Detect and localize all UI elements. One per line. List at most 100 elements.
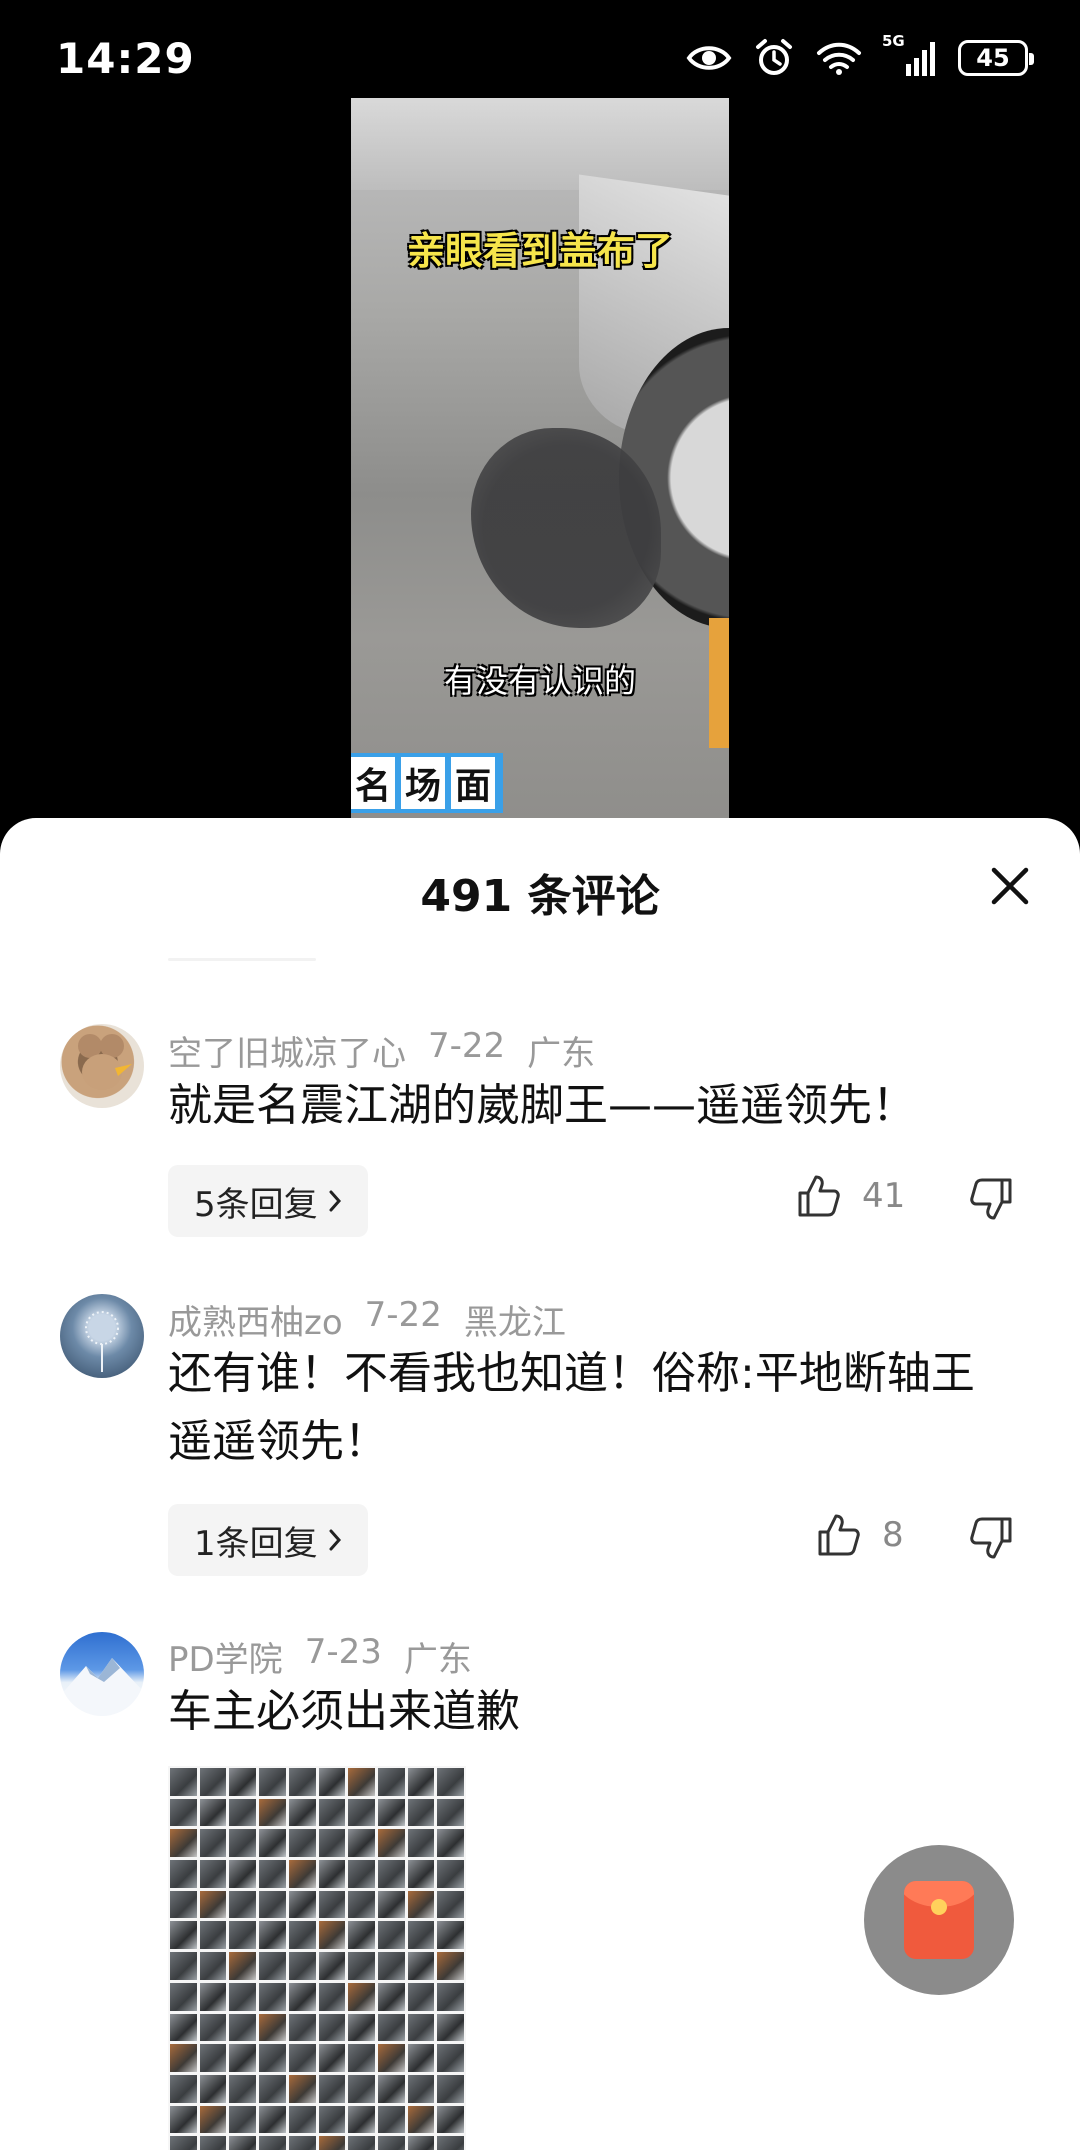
image-cell (407, 1798, 435, 1827)
video-caption-top: 亲眼看到盖布了 (406, 229, 673, 273)
image-cell (348, 1860, 375, 1888)
view-replies-button[interactable]: 5条回复 (168, 1165, 368, 1237)
image-cell (288, 1860, 316, 1888)
image-cell (348, 1798, 375, 1827)
battery-icon: 45 (958, 40, 1034, 76)
comment-date: 7-22 (428, 1026, 506, 1066)
image-cell (199, 2044, 227, 2072)
image-cell (318, 2105, 346, 2134)
image-cell (407, 1768, 435, 1796)
image-cell (377, 1921, 405, 1950)
image-cell (229, 1921, 257, 1950)
comment-date: 7-22 (364, 1295, 442, 1335)
image-cell (259, 1829, 286, 1858)
comment-image[interactable] (168, 1766, 466, 2150)
thumbs-up-icon (798, 1175, 840, 1217)
image-cell (288, 2105, 316, 2134)
image-cell (259, 2136, 286, 2150)
thumbs-down-icon[interactable] (968, 1515, 1014, 1561)
image-cell (259, 2074, 286, 2103)
close-icon[interactable] (986, 862, 1034, 910)
image-cell (377, 1829, 405, 1858)
view-replies-button[interactable]: 1条回复 (168, 1504, 368, 1576)
thumbs-down-icon[interactable] (968, 1176, 1014, 1222)
comments-title: 491 条评论 (420, 871, 660, 922)
chevron-right-icon (329, 1529, 341, 1551)
image-cell (407, 2074, 435, 2103)
avatar[interactable] (60, 1024, 144, 1108)
image-cell (437, 1921, 464, 1950)
image-cell (229, 1890, 257, 1919)
red-packet-button[interactable] (864, 1845, 1014, 1995)
comment-author[interactable]: 空了旧城凉了心 (168, 1026, 406, 1075)
image-cell (437, 1890, 464, 1919)
image-cell (377, 1768, 405, 1796)
image-cell (199, 1798, 227, 1827)
image-cell (437, 1829, 464, 1858)
image-cell (377, 2136, 405, 2150)
red-packet-icon (904, 1881, 974, 1959)
avatar[interactable] (60, 1294, 144, 1378)
image-cell (348, 2013, 375, 2042)
replies-label: 1条回复 (194, 1523, 318, 1564)
image-cell (288, 1921, 316, 1950)
eye-icon (686, 46, 732, 70)
image-cell (229, 1952, 257, 1980)
image-cell (318, 1798, 346, 1827)
image-cell (348, 1829, 375, 1858)
image-cell (170, 2074, 197, 2103)
image-cell (318, 1829, 346, 1858)
image-cell (199, 1860, 227, 1888)
image-cell (377, 2074, 405, 2103)
image-cell (199, 2105, 227, 2134)
image-cell (199, 1768, 227, 1796)
image-cell (288, 1890, 316, 1919)
comment-location: 广东 (403, 1640, 472, 1680)
image-cell (170, 2044, 197, 2072)
divider (168, 958, 316, 961)
like-button[interactable]: 8 (816, 1512, 904, 1558)
image-cell (199, 1982, 227, 2011)
like-button[interactable]: 41 (796, 1173, 905, 1219)
image-cell (229, 2044, 257, 2072)
image-cell (348, 2136, 375, 2150)
comment-meta: 成熟西柚zo 7-22 黑龙江 (168, 1295, 566, 1344)
image-cell (437, 1798, 464, 1827)
comment-author[interactable]: 成熟西柚zo (168, 1295, 343, 1344)
image-cell (259, 1952, 286, 1980)
video-player[interactable]: 亲眼看到盖布了 有没有认识的 名 场 面 (351, 98, 729, 818)
wifi-icon (817, 42, 861, 75)
image-cell (288, 1829, 316, 1858)
image-cell (348, 2044, 375, 2072)
image-cell (259, 1982, 286, 2011)
image-cell (318, 2044, 346, 2072)
image-cell (348, 1982, 375, 2011)
comment-date: 7-23 (304, 1632, 382, 1672)
image-cell (229, 2013, 257, 2042)
image-cell (318, 1768, 346, 1796)
image-cell (348, 1952, 375, 1980)
image-cell (348, 2105, 375, 2134)
comment-author[interactable]: PD学院 (168, 1632, 283, 1681)
image-cell (229, 1798, 257, 1827)
image-cell (437, 2105, 464, 2134)
video-badge-char: 场 (401, 757, 446, 809)
image-cell (318, 1860, 346, 1888)
image-cell (318, 1921, 346, 1950)
avatar[interactable] (60, 1632, 144, 1716)
image-cell (407, 1890, 435, 1919)
image-cell (199, 2074, 227, 2103)
image-cell (199, 1952, 227, 1980)
replies-label: 5条回复 (194, 1184, 318, 1225)
image-cell (170, 1768, 197, 1796)
comment-text: 就是名震江湖的崴脚王——遥遥领先！ (168, 1080, 916, 1131)
image-cell (170, 1798, 197, 1827)
comment-location: 广东 (527, 1034, 596, 1074)
image-cell (407, 1952, 435, 1980)
image-cell (199, 1829, 227, 1858)
network-type: 5G (882, 32, 905, 50)
like-count: 8 (882, 1515, 904, 1555)
image-cell (170, 1890, 197, 1919)
image-cell (377, 2013, 405, 2042)
image-cell (377, 1982, 405, 2011)
